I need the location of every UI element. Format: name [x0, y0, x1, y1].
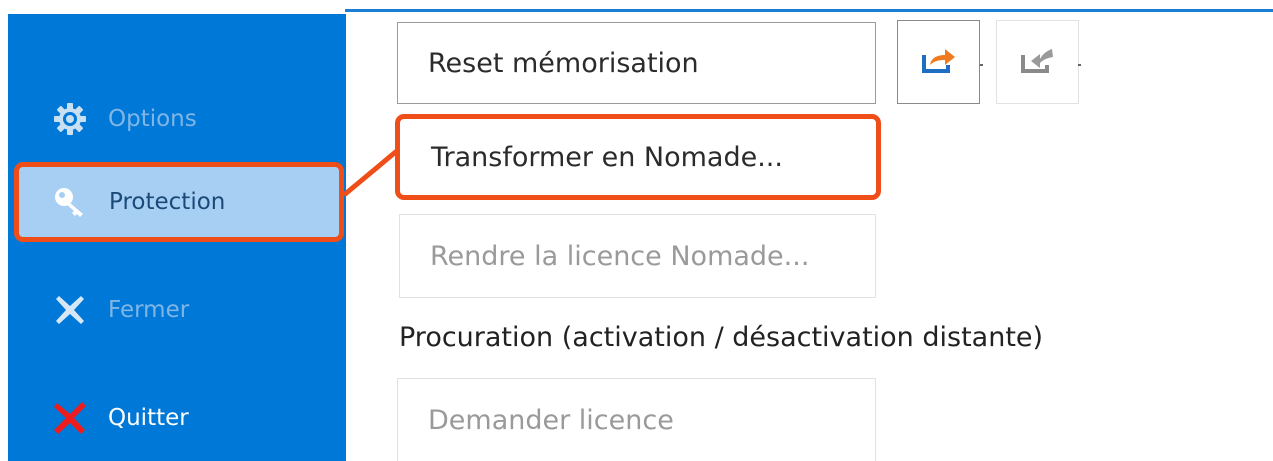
sidebar-item-label: Options: [108, 106, 197, 132]
rendre-licence-nomade-button[interactable]: Rendre la licence Nomade...: [399, 214, 876, 298]
sidebar-item-quitter[interactable]: Quitter: [18, 383, 340, 453]
sidebar-item-protection[interactable]: Protection: [14, 162, 344, 242]
quit-icon: [52, 400, 88, 436]
procuration-title: Procuration (activation / désactivation …: [399, 322, 1044, 353]
separator-dot: [980, 64, 983, 66]
export-icon: [919, 43, 959, 81]
separator-dot: [1078, 64, 1081, 66]
gear-icon: [52, 101, 88, 137]
close-icon: [52, 292, 88, 328]
sidebar-item-label: Fermer: [108, 297, 190, 323]
transformer-nomade-button[interactable]: Transformer en Nomade...: [395, 114, 881, 200]
reset-memorisation-button[interactable]: Reset mémorisation: [397, 22, 876, 104]
top-accent-line: [345, 9, 1273, 12]
sidebar-item-label: Quitter: [108, 405, 189, 431]
key-icon: [53, 184, 89, 220]
demander-licence-button[interactable]: Demander licence: [397, 378, 876, 461]
export-button[interactable]: [897, 20, 980, 104]
import-button[interactable]: [996, 20, 1079, 104]
import-icon: [1018, 43, 1058, 81]
sidebar-item-label: Protection: [109, 189, 226, 215]
sidebar-item-fermer[interactable]: Fermer: [18, 275, 340, 345]
sidebar-item-options[interactable]: Options: [18, 84, 340, 154]
sidebar: Options Protection Fermer Quitter: [8, 14, 346, 461]
